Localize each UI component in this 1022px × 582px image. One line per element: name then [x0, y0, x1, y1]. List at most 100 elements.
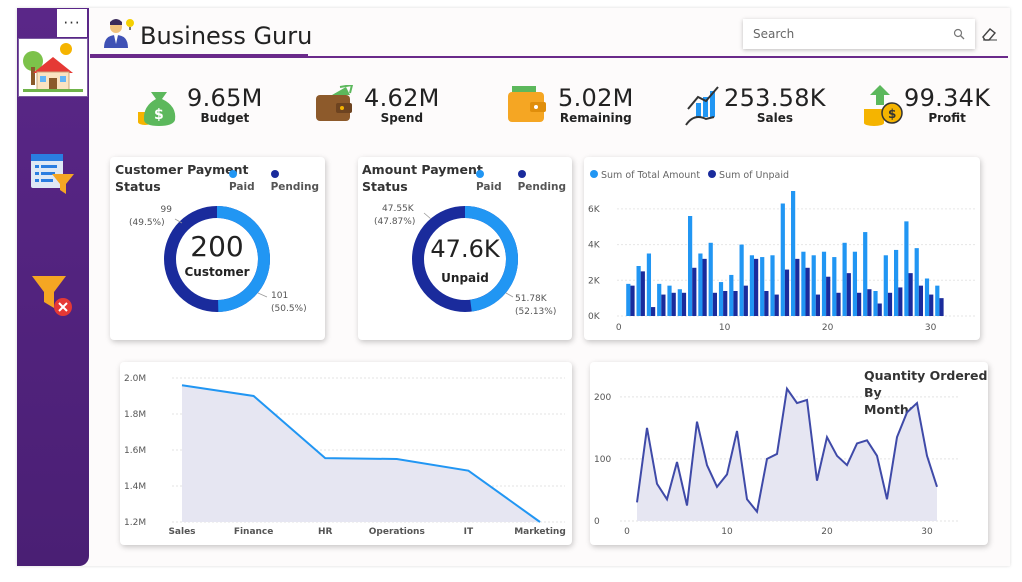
bar-total-amount[interactable]: [657, 283, 662, 316]
bar-unpaid[interactable]: [836, 292, 841, 316]
eraser-icon[interactable]: [980, 26, 1000, 42]
bar-total-amount[interactable]: [626, 283, 631, 316]
bar-total-amount[interactable]: [698, 253, 703, 317]
bar-unpaid[interactable]: [723, 291, 728, 316]
bar-unpaid[interactable]: [743, 285, 748, 316]
bar-unpaid[interactable]: [681, 292, 687, 316]
bar-total-amount[interactable]: [883, 255, 888, 316]
kpi-budget-value: 9.65M: [187, 84, 263, 112]
area-fill[interactable]: [182, 385, 540, 522]
amount-payment-card: Amount Payment Status Paid Pending 47.55…: [358, 157, 572, 340]
bar-total-amount[interactable]: [729, 274, 734, 316]
paid-count: 99: [160, 205, 172, 215]
bar-total-amount[interactable]: [904, 221, 909, 316]
customer-payment-card: Customer Payment Status Paid Pending 99 …: [110, 157, 325, 340]
bar-unpaid[interactable]: [702, 258, 707, 316]
search-box[interactable]: Search: [743, 19, 975, 49]
bar-total-amount[interactable]: [873, 291, 878, 316]
search-placeholder[interactable]: Search: [753, 27, 953, 41]
bar-total-amount[interactable]: [718, 282, 724, 316]
bar-total-amount[interactable]: [760, 257, 765, 316]
nav-home-button[interactable]: [18, 38, 88, 97]
kpi-sales-value: 253.58K: [724, 84, 826, 112]
pending-amount: 51.78K: [515, 294, 547, 304]
bar-total-amount[interactable]: [791, 191, 796, 316]
paid-amount: 47.55K: [382, 204, 414, 214]
profit-coins-icon: $: [864, 85, 903, 126]
donut-center-label: Unpaid: [441, 271, 489, 285]
area-fill[interactable]: [637, 388, 937, 521]
bar-total-amount[interactable]: [842, 242, 847, 316]
paid-percent: (47.87%): [374, 217, 416, 227]
kpi-profit: $ 99.34K Profit: [862, 80, 990, 130]
bar-total-amount[interactable]: [914, 248, 919, 316]
kpi-remaining-label: Remaining: [559, 111, 632, 125]
bar-unpaid[interactable]: [671, 292, 676, 316]
bar-total-amount[interactable]: [667, 285, 672, 316]
report-filter-nav-button[interactable]: [30, 152, 76, 200]
x-tick-label: 30: [921, 527, 933, 537]
bar-total-amount[interactable]: [821, 251, 827, 316]
businessman-icon: [104, 19, 134, 48]
bar-unpaid[interactable]: [754, 258, 759, 316]
bar-unpaid[interactable]: [733, 291, 738, 316]
bar-unpaid[interactable]: [939, 298, 944, 316]
bar-unpaid[interactable]: [867, 289, 872, 316]
x-category-label: Marketing: [514, 527, 566, 537]
kpi-budget-label: Budget: [200, 111, 250, 125]
bar-unpaid[interactable]: [846, 273, 851, 316]
bar-total-amount[interactable]: [708, 242, 713, 316]
bar-unpaid[interactable]: [630, 285, 635, 316]
bar-total-amount[interactable]: [688, 216, 693, 316]
bar-total-amount[interactable]: [863, 232, 868, 316]
bar-total-amount[interactable]: [677, 289, 682, 316]
bar-unpaid[interactable]: [661, 294, 666, 316]
bar-unpaid[interactable]: [640, 271, 645, 316]
bar-unpaid[interactable]: [815, 294, 821, 316]
bar-unpaid[interactable]: [898, 287, 903, 316]
bar-unpaid[interactable]: [795, 258, 800, 316]
remaining-wallet-icon: [508, 86, 546, 122]
bar-total-amount[interactable]: [811, 255, 816, 316]
bar-total-amount[interactable]: [770, 255, 775, 316]
bar-chart[interactable]: 0K 2K 4K 6K 0 10 20 30: [584, 157, 980, 340]
search-icon[interactable]: [953, 28, 965, 40]
department-area-card: 1.2M 1.4M 1.6M 1.8M 2.0M Sales Finance HR Operat…: [120, 362, 572, 545]
bar-unpaid[interactable]: [764, 291, 769, 316]
bar-unpaid[interactable]: [651, 307, 656, 316]
bar-unpaid[interactable]: [805, 267, 810, 316]
pending-count: 101: [271, 291, 289, 301]
bar-unpaid[interactable]: [692, 267, 697, 316]
bar-unpaid[interactable]: [826, 276, 831, 316]
bar-unpaid[interactable]: [908, 273, 913, 316]
bar-total-amount[interactable]: [894, 249, 899, 316]
bar-total-amount[interactable]: [924, 278, 930, 317]
bar-unpaid[interactable]: [918, 285, 924, 316]
y-tick-label: 0K: [588, 312, 601, 322]
bar-total-amount[interactable]: [852, 251, 858, 316]
bar-total-amount[interactable]: [832, 257, 837, 316]
header-accent-bar: [90, 54, 308, 58]
business-guru-logo: [102, 16, 136, 54]
bar-unpaid[interactable]: [929, 294, 934, 316]
bar-total-amount[interactable]: [739, 244, 744, 316]
department-area-chart[interactable]: 1.2M 1.4M 1.6M 1.8M 2.0M Sales Finance HR Operat…: [120, 362, 572, 545]
clear-filter-nav-button[interactable]: [30, 272, 76, 322]
bar-total-amount[interactable]: [646, 253, 652, 317]
bar-total-amount[interactable]: [801, 251, 806, 316]
more-options-icon[interactable]: ···: [57, 9, 87, 37]
bar-total-amount[interactable]: [780, 203, 785, 317]
donut-center-value: 200: [190, 230, 244, 263]
bar-unpaid[interactable]: [774, 294, 779, 316]
y-tick-label: 6K: [588, 205, 601, 215]
bar-unpaid[interactable]: [887, 292, 893, 316]
money-bag-icon: $: [138, 92, 176, 126]
bar-unpaid[interactable]: [712, 292, 718, 316]
bar-total-amount[interactable]: [935, 285, 940, 316]
bar-total-amount[interactable]: [749, 255, 755, 316]
quantity-area-chart[interactable]: 0 100 200 0 10 20 30: [590, 362, 988, 545]
bar-total-amount[interactable]: [636, 266, 641, 316]
bar-unpaid[interactable]: [784, 269, 790, 316]
bar-unpaid[interactable]: [857, 292, 862, 316]
bar-unpaid[interactable]: [877, 303, 882, 317]
